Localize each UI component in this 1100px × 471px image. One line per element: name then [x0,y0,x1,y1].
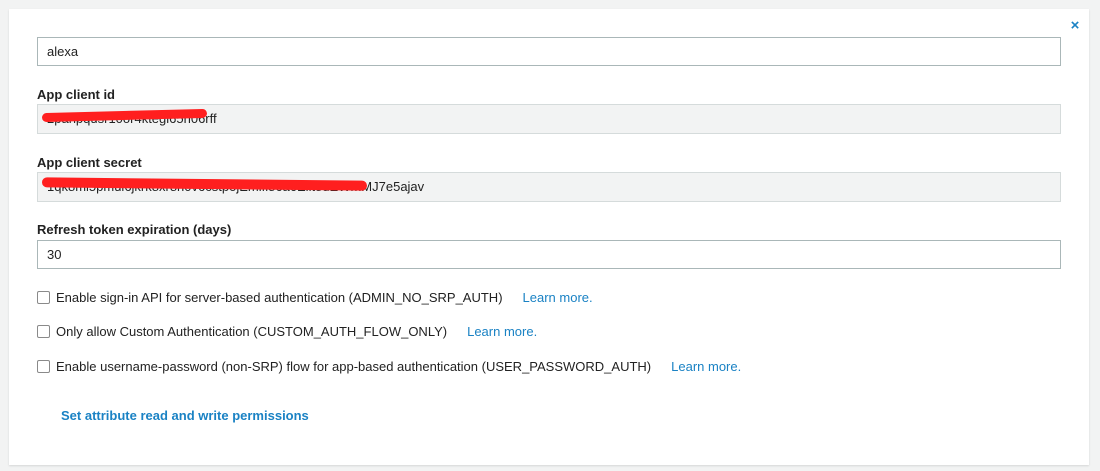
close-icon[interactable]: × [1069,18,1081,33]
option-user-password-auth: Enable username-password (non-SRP) flow … [37,359,741,375]
custom-auth-flow-only-checkbox[interactable] [37,325,50,338]
admin-no-srp-auth-checkbox[interactable] [37,291,50,304]
option-label: Enable username-password (non-SRP) flow … [56,359,652,374]
learn-more-link[interactable]: Learn more. [523,290,593,305]
user-password-auth-checkbox[interactable] [37,360,50,373]
refresh-token-expiration-input[interactable]: 30 [37,240,1061,269]
option-admin-no-srp-auth: Enable sign-in API for server-based auth… [37,290,593,306]
option-custom-auth-flow-only: Only allow Custom Authentication (CUSTOM… [37,324,537,340]
app-client-id-label: App client id [37,87,115,102]
option-label: Enable sign-in API for server-based auth… [56,290,503,305]
refresh-token-expiration-label: Refresh token expiration (days) [37,222,232,237]
app-client-panel [9,9,1089,465]
set-attribute-permissions-link[interactable]: Set attribute read and write permissions [61,408,309,423]
app-client-secret-label: App client secret [37,155,142,170]
app-client-name-input[interactable]: alexa [37,37,1061,66]
option-label: Only allow Custom Authentication (CUSTOM… [56,324,448,339]
learn-more-link[interactable]: Learn more. [671,359,741,374]
learn-more-link[interactable]: Learn more. [467,324,537,339]
